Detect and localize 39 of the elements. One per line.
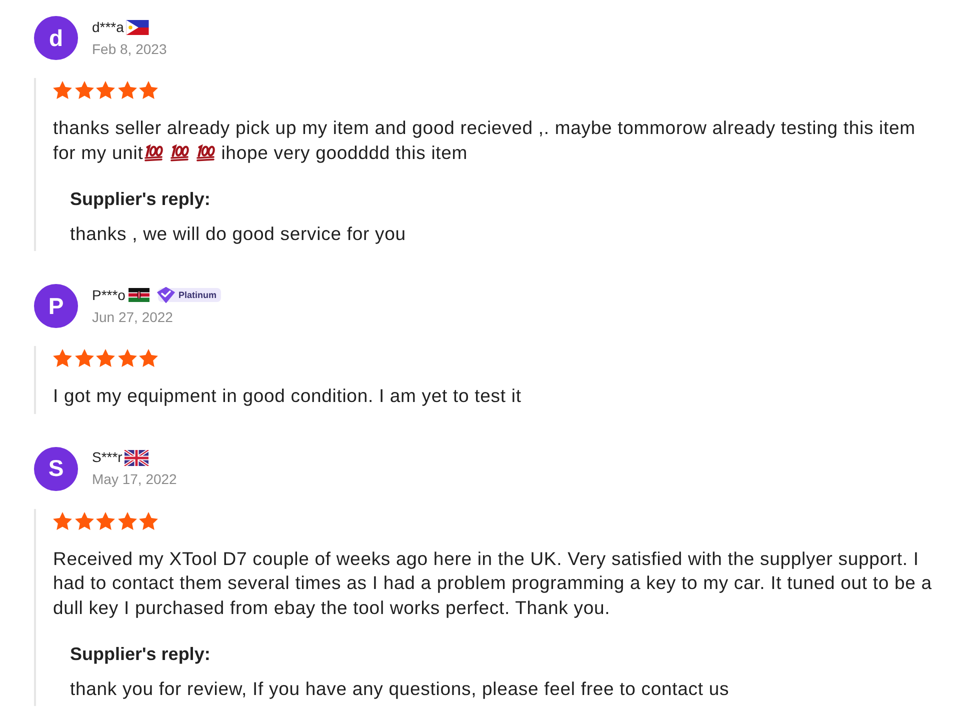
tier-label: Platinum	[178, 290, 216, 300]
flag-icon	[124, 450, 150, 466]
star-icon	[53, 81, 72, 99]
avatar: d	[34, 16, 78, 60]
flag-icon	[126, 20, 149, 34]
reply-text: thank you for review, If you have any questions, please feel free to contact us	[70, 677, 730, 701]
hundred-points-icon	[144, 144, 164, 162]
review-date: Jun 27, 2022	[92, 308, 174, 326]
star-icon	[74, 512, 94, 530]
reply-label: Supplier's reply:	[70, 188, 212, 211]
reviewer-name: P***o	[92, 286, 126, 304]
star-icon	[53, 349, 72, 367]
flag-icon	[127, 288, 152, 302]
star-icon	[139, 349, 158, 367]
reply-label: Supplier's reply:	[70, 643, 212, 666]
avatar: P	[34, 284, 78, 328]
star-icon	[118, 512, 136, 530]
star-icon	[53, 512, 72, 530]
verified-check-icon	[157, 287, 176, 303]
avatar: S	[34, 446, 78, 490]
star-icon	[139, 512, 158, 530]
review-text: Received my XTool D7 couple of weeks ago here in the UK. Very satisfied with the supplyer support. I had to contact them several times as I had a problem programming a key to my car. It tuned out to be a dull key I purchased from ebay the tool works perfect. Thank you.	[53, 546, 933, 620]
reviewer-name: d***a	[92, 18, 124, 36]
star-icon	[139, 81, 158, 99]
star-icon	[118, 349, 136, 367]
star-icon	[96, 512, 115, 530]
review-date: May 17, 2022	[92, 471, 177, 488]
star-icon	[74, 81, 94, 99]
hundred-points-icon	[170, 144, 190, 162]
star-icon	[74, 349, 94, 367]
reply-text: thanks , we will do good service for you	[70, 222, 407, 246]
review-text: I got my equipment in good condition. I am yet to test it	[53, 384, 522, 408]
star-icon	[118, 81, 136, 99]
star-icon	[96, 81, 115, 99]
star-icon	[96, 349, 115, 367]
hundred-points-icon	[196, 144, 216, 162]
reviewer-name: S***r	[92, 449, 122, 466]
review-text: thanks seller already pick up my item and good recieved ,. maybe tommorow already testing this item for my unit ihope very goodddd this item	[53, 116, 916, 165]
review-date: Feb 8, 2023	[92, 40, 167, 58]
